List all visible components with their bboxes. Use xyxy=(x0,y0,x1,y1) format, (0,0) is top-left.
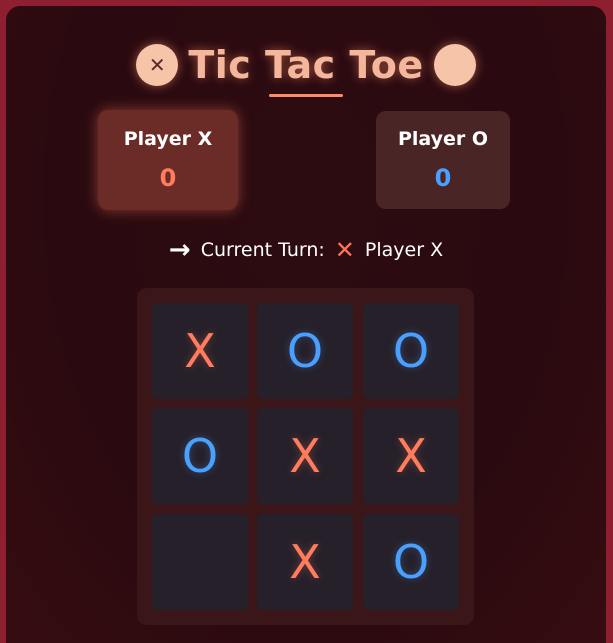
page-title: Tic Tac Toe xyxy=(188,43,424,87)
board-cell-9[interactable]: O xyxy=(363,514,459,610)
board-cell-2[interactable]: O xyxy=(257,303,353,399)
board-cell-3[interactable]: O xyxy=(363,303,459,399)
score-label-x: Player X xyxy=(123,128,213,150)
score-card-player-x: Player X 0 xyxy=(98,110,238,210)
turn-mark-icon: ✕ xyxy=(334,236,355,264)
score-label-o: Player O xyxy=(397,128,489,150)
board-cell-8[interactable]: X xyxy=(257,514,353,610)
game-container: ✕ Tic Tac Toe Player X 0 Player O 0 → Cu… xyxy=(6,6,606,643)
arrow-right-icon: → xyxy=(168,235,191,265)
board-cell-5[interactable]: X xyxy=(257,408,353,504)
game-board: X O O O X X X O xyxy=(137,288,474,625)
circle-x-icon: ✕ xyxy=(136,44,179,86)
board-cell-1[interactable]: X xyxy=(152,303,248,399)
title-underline xyxy=(269,94,343,97)
turn-player: Player X xyxy=(364,239,444,261)
score-card-player-o: Player O 0 xyxy=(376,111,510,209)
board-cell-6[interactable]: X xyxy=(363,408,459,504)
score-value-x: 0 xyxy=(159,164,177,192)
score-value-o: 0 xyxy=(434,164,452,192)
board-cell-4[interactable]: O xyxy=(152,408,248,504)
circle-o-icon xyxy=(433,44,476,86)
turn-prefix: Current Turn: xyxy=(200,239,325,261)
current-turn-indicator: → Current Turn: ✕ Player X xyxy=(6,234,606,266)
title-row: ✕ Tic Tac Toe xyxy=(6,40,606,90)
board-cell-7[interactable] xyxy=(152,514,248,610)
